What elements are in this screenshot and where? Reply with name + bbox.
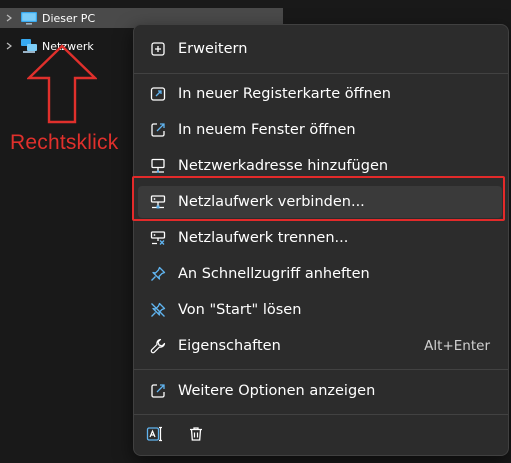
- menu-item-label: Erweitern: [178, 41, 248, 57]
- rename-icon[interactable]: [138, 421, 170, 447]
- menu-item-label: In neuem Fenster öffnen: [178, 122, 356, 138]
- menu-item-pin-quick-access[interactable]: An Schnellzugriff anheften: [138, 258, 502, 290]
- menu-item-disconnect-network-drive[interactable]: Netzlaufwerk trennen...: [138, 222, 502, 254]
- menu-separator: [134, 73, 508, 74]
- highlight-frame: [132, 176, 505, 221]
- menu-item-label: Netzlaufwerk trennen...: [178, 230, 349, 246]
- nav-item-label: Dieser PC: [42, 11, 96, 25]
- annotation-label: Rechtsklick: [10, 131, 119, 154]
- menu-separator: [134, 414, 508, 415]
- menu-item-label: Eigenschaften: [178, 338, 281, 354]
- menu-item-more-options[interactable]: Weitere Optionen anzeigen: [138, 375, 502, 407]
- annotation-arrow-icon: [27, 44, 97, 124]
- menu-separator: [134, 369, 508, 370]
- chevron-right-icon[interactable]: [2, 42, 16, 50]
- menu-item-open-new-tab[interactable]: In neuer Registerkarte öffnen: [138, 78, 502, 110]
- chevron-right-icon[interactable]: [2, 14, 16, 22]
- menu-item-label: Netzwerkadresse hinzufügen: [178, 158, 389, 174]
- network-location-icon: [148, 156, 168, 176]
- menu-item-label: Weitere Optionen anzeigen: [178, 383, 376, 399]
- pin-icon: [148, 264, 168, 284]
- menu-item-properties[interactable]: Eigenschaften Alt+Enter: [138, 330, 502, 362]
- unpin-icon: [148, 300, 168, 320]
- menu-item-label: Von "Start" lösen: [178, 302, 302, 318]
- computer-icon: [20, 10, 38, 26]
- context-menu: Erweitern In neuer Registerkarte öffnen …: [133, 24, 509, 456]
- disconnect-drive-icon: [148, 228, 168, 248]
- delete-icon[interactable]: [180, 421, 212, 447]
- menu-item-erweitern[interactable]: Erweitern: [138, 33, 502, 65]
- menu-item-label: An Schnellzugriff anheften: [178, 266, 370, 282]
- quick-action-bar: [138, 421, 222, 447]
- expand-icon: [148, 39, 168, 59]
- menu-item-label: In neuer Registerkarte öffnen: [178, 86, 391, 102]
- keyboard-shortcut: Alt+Enter: [424, 338, 490, 354]
- more-options-icon: [148, 381, 168, 401]
- wrench-icon: [148, 336, 168, 356]
- open-window-icon: [148, 120, 168, 140]
- menu-item-open-new-window[interactable]: In neuem Fenster öffnen: [138, 114, 502, 146]
- open-tab-icon: [148, 84, 168, 104]
- menu-item-unpin-start[interactable]: Von "Start" lösen: [138, 294, 502, 326]
